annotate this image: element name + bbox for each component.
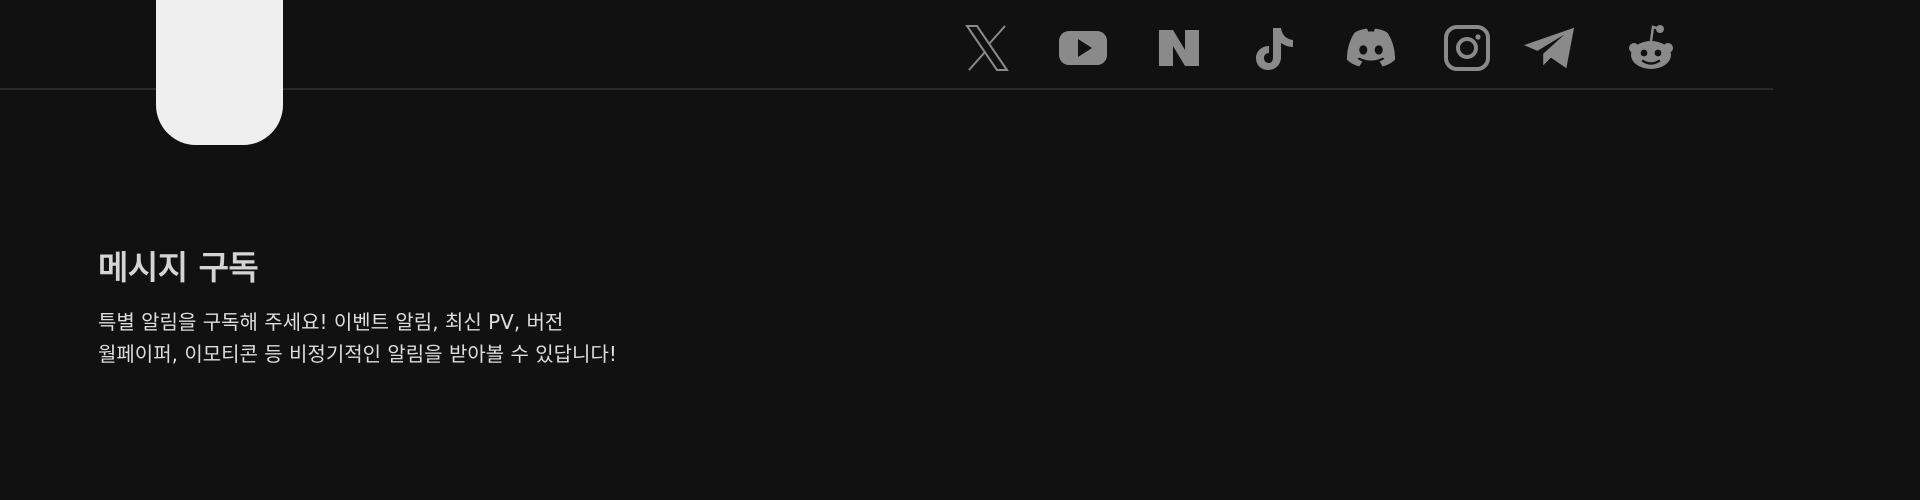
subscribe-description-line-2: 월페이퍼, 이모티콘 등 비정기적인 알림을 받아볼 수 있답니다!: [98, 342, 617, 366]
reddit-icon: [1629, 25, 1673, 69]
social-link-naver[interactable]: [1152, 23, 1206, 73]
youtube-icon: [1059, 31, 1107, 65]
subscribe-title: 메시지 구독: [98, 248, 259, 287]
social-link-x[interactable]: [960, 23, 1014, 73]
social-link-telegram[interactable]: [1522, 23, 1576, 73]
tiktok-icon: [1256, 28, 1293, 70]
page: 메시지 구독 특별 알림을 구독해 주세요! 이벤트 알림, 최신 PV, 버전…: [0, 0, 1920, 500]
social-link-reddit[interactable]: [1624, 23, 1678, 73]
subscribe-section: 메시지 구독 특별 알림을 구독해 주세요! 이벤트 알림, 최신 PV, 버전…: [98, 240, 998, 370]
telegram-icon: [1523, 27, 1575, 69]
x-icon: [965, 25, 1009, 71]
social-link-discord[interactable]: [1344, 23, 1398, 73]
social-link-tiktok[interactable]: [1248, 23, 1302, 73]
social-link-instagram[interactable]: [1440, 23, 1494, 73]
subscribe-description: 특별 알림을 구독해 주세요! 이벤트 알림, 최신 PV, 버전 월페이퍼, …: [98, 306, 998, 370]
naver-icon: [1159, 30, 1199, 66]
instagram-icon: [1444, 25, 1490, 71]
social-links-bar: [0, 23, 1920, 73]
discord-icon: [1346, 28, 1396, 67]
social-link-youtube[interactable]: [1056, 23, 1110, 73]
subscribe-description-line-1: 특별 알림을 구독해 주세요! 이벤트 알림, 최신 PV, 버전: [98, 310, 564, 334]
